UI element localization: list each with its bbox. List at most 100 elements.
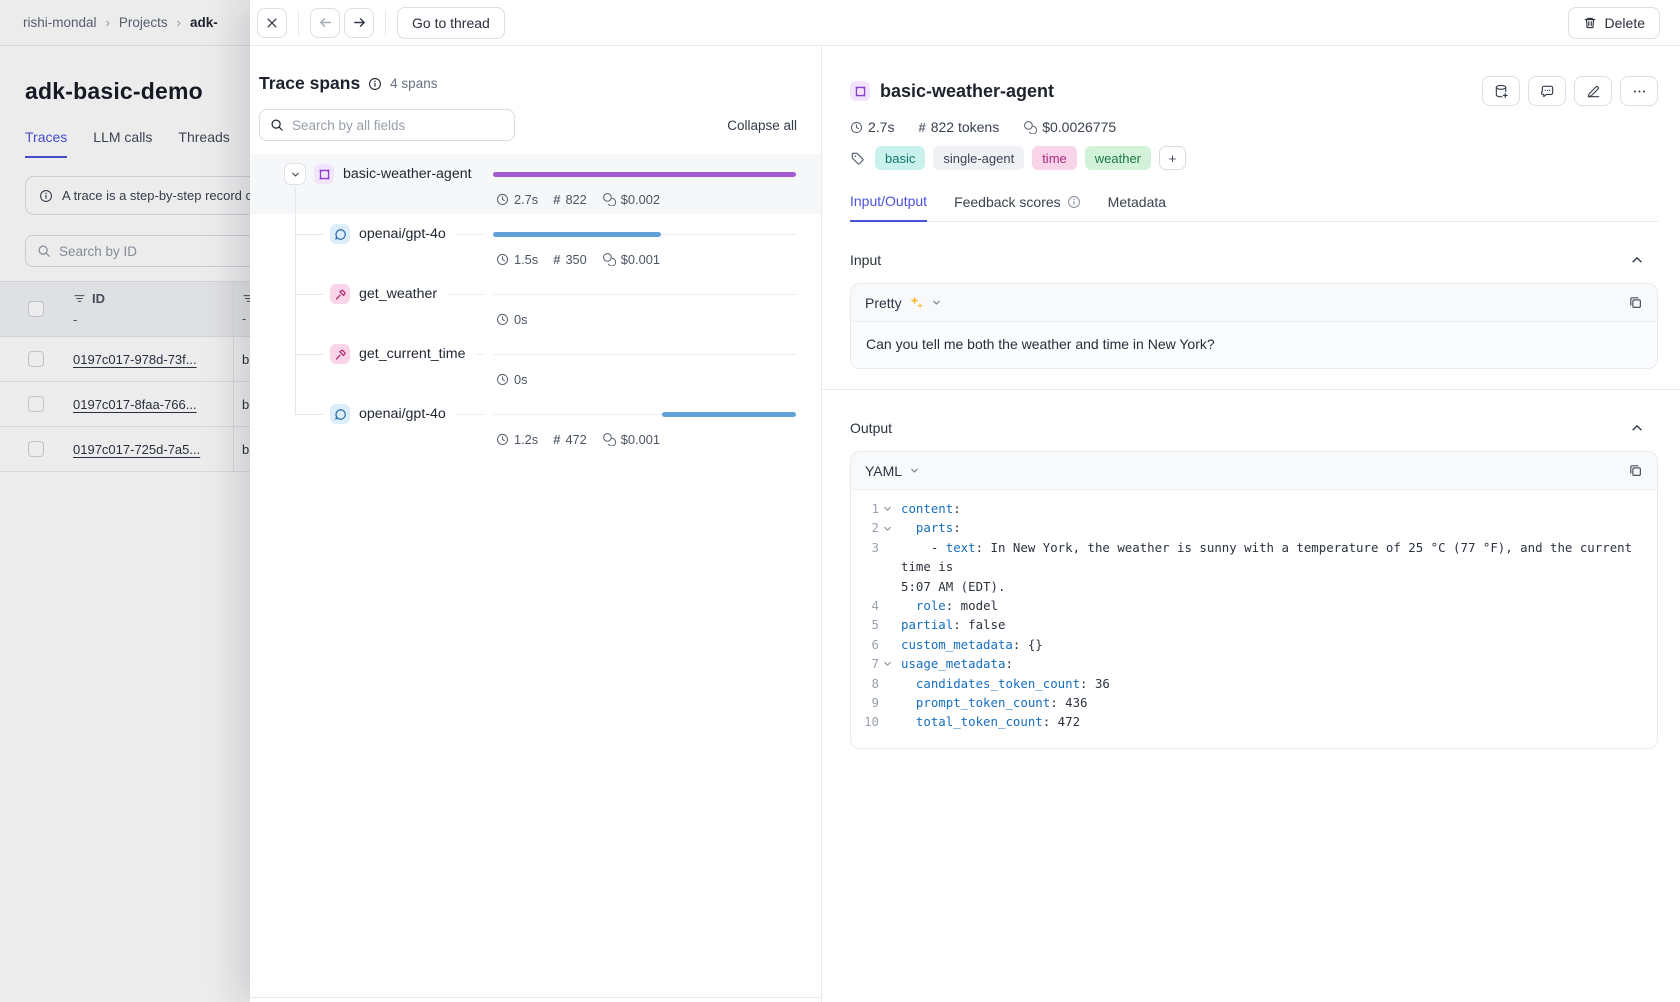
code-text: partial: false [901,615,1647,634]
tag-weather[interactable]: weather [1085,146,1151,170]
code-line: 9 prompt_token_count: 436 [857,693,1647,712]
info-icon [368,77,382,91]
comment-icon [1540,84,1555,99]
tab-label: Metadata [1108,194,1166,210]
line-number: 4 [857,596,879,615]
span-name: basic-weather-agent [343,166,472,182]
spans-search-input[interactable] [259,109,515,141]
duration-metric: 1.2s [496,432,538,447]
next-trace-button[interactable] [344,8,374,38]
more-actions-button[interactable] [1620,76,1658,106]
collapse-section-icon[interactable] [1630,253,1644,267]
code-text: content: [901,499,1647,518]
output-box: YAML 1content:2 parts:3 - text: In New Y… [850,451,1658,749]
format-select[interactable]: Pretty [865,295,902,311]
line-number: 3 [857,538,879,577]
edit-button[interactable] [1574,76,1612,106]
tab-input-output[interactable]: Input/Output [850,193,927,222]
close-button[interactable] [257,8,287,38]
coins-icon [602,252,616,266]
copy-icon[interactable] [1628,295,1643,310]
expand-toggle-button[interactable] [284,163,306,185]
line-number: 2 [857,518,879,537]
span-timeline [493,171,796,178]
span-timeline [493,231,796,238]
clock-icon [496,373,509,386]
pencil-icon [1586,84,1601,99]
clock-icon [496,433,509,446]
span-tree: basic-weather-agent2.7s#822$0.002 openai/… [250,154,821,454]
tag-time[interactable]: time [1032,146,1077,170]
tokens-metric: #822 [553,192,587,207]
chevron-down-icon[interactable] [931,297,942,308]
code-line: 10 total_token_count: 472 [857,712,1647,731]
chevron-down-icon [290,169,301,180]
span-row-openai-gpt-4o[interactable]: openai/gpt-4o1.5s#350$0.001 [250,214,821,274]
duration-bar [493,172,796,177]
delete-button[interactable]: Delete [1568,7,1660,39]
leader-line [482,174,485,175]
leader-line [447,294,485,295]
fold-toggle-icon[interactable] [879,654,895,673]
leader-line [456,414,485,415]
line-number: 8 [857,674,879,693]
section-divider [822,389,1680,390]
clock-icon [850,121,863,134]
hash-icon: # [553,192,560,207]
tab-feedback-scores[interactable]: Feedback scores [954,193,1081,221]
comment-button[interactable] [1528,76,1566,106]
line-number [857,577,879,596]
add-tag-button[interactable]: + [1159,146,1186,170]
line-number: 9 [857,693,879,712]
code-line: 7 usage_metadata: [857,654,1647,673]
tag-basic[interactable]: basic [875,146,925,170]
trace-detail-panel: Go to thread Delete Trace spans 4 spans … [250,0,1680,1002]
database-plus-icon [1494,84,1509,99]
code-line: 6custom_metadata: {} [857,635,1647,654]
detail-tabs: Input/Output Feedback scores Metadata [850,193,1658,222]
line-number: 6 [857,635,879,654]
collapse-all-button[interactable]: Collapse all [727,118,797,133]
copy-icon[interactable] [1628,463,1643,478]
code-text: - text: In New York, the weather is sunn… [901,538,1647,577]
prev-trace-button[interactable] [310,8,340,38]
spans-search-field[interactable] [292,118,504,133]
panel-header: Go to thread Delete [250,0,1680,46]
divider [298,10,299,36]
span-name: openai/gpt-4o [359,406,446,422]
span-row-basic-weather-agent[interactable]: basic-weather-agent2.7s#822$0.002 [250,154,821,214]
tab-metadata[interactable]: Metadata [1108,193,1166,221]
clock-icon [496,193,509,206]
fold-toggle-icon[interactable] [879,499,895,518]
code-text: parts: [901,518,1647,537]
agent-icon [314,164,334,184]
tool-icon [330,344,350,364]
duration-metric: 0s [496,372,528,387]
go-to-thread-button[interactable]: Go to thread [397,7,505,39]
code-line: 8 candidates_token_count: 36 [857,674,1647,693]
clock-icon [496,313,509,326]
line-number: 7 [857,654,879,673]
cost-value: $0.0026775 [1042,119,1116,135]
span-row-openai-gpt-4o[interactable]: openai/gpt-4o1.2s#472$0.001 [250,394,821,454]
fold-toggle-icon[interactable] [879,518,895,537]
add-to-dataset-button[interactable] [1482,76,1520,106]
collapse-section-icon[interactable] [1630,421,1644,435]
duration-metric: 1.5s [496,252,538,267]
span-row-get-weather[interactable]: get_weather0s [250,274,821,334]
tab-label: Feedback scores [954,194,1061,210]
span-name: get_weather [359,286,437,302]
span-count: 4 spans [390,76,437,91]
coins-icon [1023,120,1037,134]
leader-line [475,354,485,355]
tokens-metric: #472 [553,432,587,447]
tokens-metric: #350 [553,252,587,267]
format-select[interactable]: YAML [865,463,902,479]
span-row-get-current-time[interactable]: get_current_time0s [250,334,821,394]
coins-icon [602,432,616,446]
hash-icon: # [553,432,560,447]
cost-metric: $0.001 [602,252,660,267]
tag-single-agent[interactable]: single-agent [933,146,1024,170]
chevron-down-icon[interactable] [909,465,920,476]
code-text: usage_metadata: [901,654,1647,673]
